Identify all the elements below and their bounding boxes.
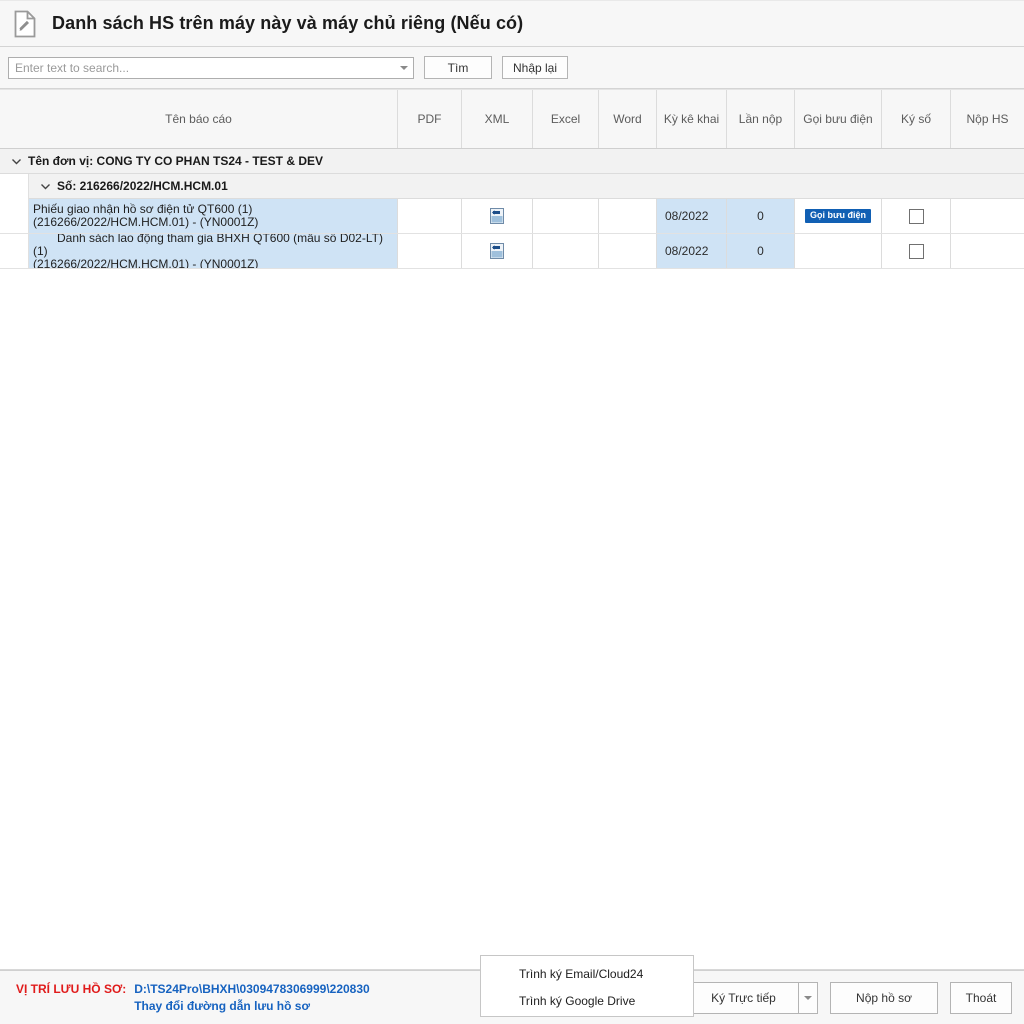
xml-export-icon[interactable]	[488, 207, 506, 225]
submit-dossier-button[interactable]: Nộp hồ sơ	[830, 981, 938, 1014]
table-row[interactable]: Danh sách lao động tham gia BHXH QT600 (…	[0, 234, 1024, 269]
column-header-word[interactable]: Word	[599, 90, 657, 148]
search-combobox[interactable]	[8, 56, 414, 79]
cell-lan-nop: 0	[727, 234, 795, 268]
cell-xml[interactable]	[462, 234, 533, 268]
group-row-so[interactable]: Số: 216266/2022/HCM.HCM.01	[0, 173, 1024, 199]
cell-excel[interactable]	[533, 199, 599, 233]
report-name-line2: (216266/2022/HCM.HCM.01) - (YN0001Z)	[33, 215, 259, 229]
chevron-down-icon[interactable]	[37, 181, 53, 192]
column-header-xml[interactable]: XML	[462, 90, 533, 148]
cell-word[interactable]	[599, 234, 657, 268]
search-toolbar: Tìm Nhập lại	[0, 47, 1024, 89]
cell-word[interactable]	[599, 199, 657, 233]
column-header-lan-nop[interactable]: Lần nộp	[727, 90, 795, 148]
column-header-ky-so[interactable]: Ký số	[882, 90, 951, 148]
grid-header-row: Tên báo cáo PDF XML Excel Word Kỳ kê kha…	[0, 89, 1024, 149]
page-title: Danh sách HS trên máy này và máy chủ riê…	[52, 13, 524, 33]
reset-button[interactable]: Nhập lại	[502, 56, 568, 79]
report-name-line2: (216266/2022/HCM.HCM.01) - (YN0001Z)	[33, 256, 259, 268]
cell-ky-so[interactable]	[882, 234, 951, 268]
column-header-excel[interactable]: Excel	[533, 90, 599, 148]
ky-so-checkbox[interactable]	[908, 208, 924, 224]
cell-ky-so[interactable]	[882, 199, 951, 233]
storage-path-value: D:\TS24Pro\BHXH\0309478306999\220830	[134, 981, 370, 996]
sign-dropdown-menu[interactable]: Trình ký Email/Cloud24 Trình ký Google D…	[480, 955, 694, 1017]
cell-excel[interactable]	[533, 234, 599, 268]
cell-pdf[interactable]	[398, 234, 462, 268]
cell-nop-hs[interactable]	[951, 199, 1024, 233]
app-window: Danh sách HS trên máy này và máy chủ riê…	[0, 0, 1024, 1024]
storage-location-label: VỊ TRÍ LƯU HỒ SƠ:	[16, 981, 127, 996]
search-input[interactable]	[9, 57, 395, 78]
document-edit-icon	[12, 9, 38, 39]
chevron-down-icon[interactable]	[395, 58, 413, 78]
column-header-ten-bao-cao[interactable]: Tên báo cáo	[0, 90, 398, 148]
report-name-line1: Danh sách lao động tham gia BHXH QT600 (…	[33, 234, 383, 258]
cell-lan-nop: 0	[727, 199, 795, 233]
column-header-pdf[interactable]: PDF	[398, 90, 462, 148]
find-button[interactable]: Tìm	[424, 56, 492, 79]
table-row[interactable]: Phiếu giao nhận hồ sơ điện tử QT600 (1) …	[0, 199, 1024, 234]
column-header-nop-hs[interactable]: Nộp HS	[951, 90, 1024, 148]
group-label-don-vi: Tên đơn vị: CONG TY CO PHAN TS24 - TEST …	[28, 154, 324, 168]
cell-ky-ke-khai: 08/2022	[657, 199, 727, 233]
storage-location-block: VỊ TRÍ LƯU HỒ SƠ: D:\TS24Pro\BHXH\030947…	[0, 981, 370, 1015]
group-indent-spacer	[0, 173, 29, 199]
cell-nop-hs[interactable]	[951, 234, 1024, 268]
cell-xml[interactable]	[462, 199, 533, 233]
grid-empty-area	[0, 269, 1024, 969]
cell-ten-bao-cao[interactable]: Phiếu giao nhận hồ sơ điện tử QT600 (1) …	[29, 199, 398, 233]
row-gutter	[0, 234, 29, 268]
chevron-down-icon[interactable]	[8, 156, 24, 167]
column-header-goi-buu-dien[interactable]: Gọi bưu điện	[795, 90, 882, 148]
change-storage-path-link[interactable]: Thay đổi đường dẫn lưu hồ sơ	[134, 998, 370, 1015]
xml-export-icon[interactable]	[488, 242, 506, 260]
row-gutter	[0, 199, 29, 233]
chevron-down-icon[interactable]	[798, 981, 818, 1014]
menu-item-trinh-ky-google-drive[interactable]: Trình ký Google Drive	[481, 987, 693, 1014]
sign-direct-button[interactable]: Ký Trực tiếp	[688, 981, 798, 1014]
cell-ten-bao-cao[interactable]: Danh sách lao động tham gia BHXH QT600 (…	[29, 234, 398, 268]
column-header-ky-ke-khai[interactable]: Kỳ kê khai	[657, 90, 727, 148]
group-row-don-vi[interactable]: Tên đơn vị: CONG TY CO PHAN TS24 - TEST …	[0, 149, 1024, 174]
group-label-so: Số: 216266/2022/HCM.HCM.01	[57, 179, 228, 193]
report-grid: Tên báo cáo PDF XML Excel Word Kỳ kê kha…	[0, 89, 1024, 970]
exit-button[interactable]: Thoát	[950, 981, 1012, 1014]
cell-goi-buu-dien[interactable]: Gọi bưu điện	[795, 199, 882, 233]
cell-pdf[interactable]	[398, 199, 462, 233]
menu-item-trinh-ky-email-cloud24[interactable]: Trình ký Email/Cloud24	[481, 960, 693, 987]
goi-buu-dien-button[interactable]: Gọi bưu điện	[804, 209, 871, 223]
footer-actions: Ký Trực tiếp Nộp hồ sơ Thoát	[688, 981, 1024, 1014]
sign-split-button[interactable]: Ký Trực tiếp	[688, 981, 818, 1014]
ky-so-checkbox[interactable]	[908, 243, 924, 259]
cell-goi-buu-dien[interactable]	[795, 234, 882, 268]
window-titlebar: Danh sách HS trên máy này và máy chủ riê…	[0, 0, 1024, 47]
cell-ky-ke-khai: 08/2022	[657, 234, 727, 268]
